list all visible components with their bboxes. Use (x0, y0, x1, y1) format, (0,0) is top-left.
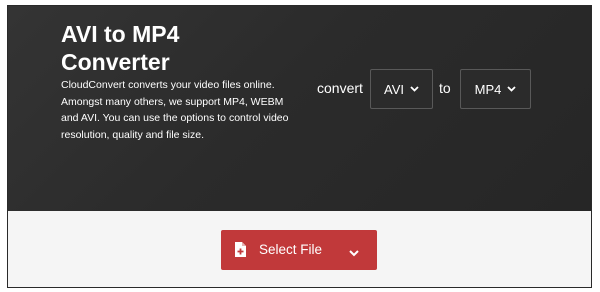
hero-description: CloudConvert converts your video files o… (61, 79, 289, 141)
chevron-down-icon (507, 86, 516, 92)
select-file-label: Select File (259, 242, 323, 257)
from-format-value: AVI (384, 81, 404, 97)
to-format-select[interactable]: MP4 (460, 69, 531, 109)
page-title: AVI to MP4 Converter (61, 20, 251, 76)
select-file-button[interactable]: Select File (221, 230, 377, 270)
from-format-select[interactable]: AVI (370, 69, 433, 109)
file-plus-icon (234, 242, 246, 260)
to-label: to (439, 80, 451, 96)
title-line-2: Converter (61, 49, 170, 75)
title-line-1: AVI to MP4 (61, 21, 180, 47)
hero-section: AVI to MP4 Converter CloudConvert conver… (8, 6, 591, 211)
chevron-down-icon[interactable] (349, 245, 359, 260)
chevron-down-icon (410, 86, 419, 92)
to-format-value: MP4 (474, 81, 502, 97)
convert-label: convert (317, 80, 363, 96)
page-frame: AVI to MP4 Converter CloudConvert conver… (7, 5, 592, 288)
